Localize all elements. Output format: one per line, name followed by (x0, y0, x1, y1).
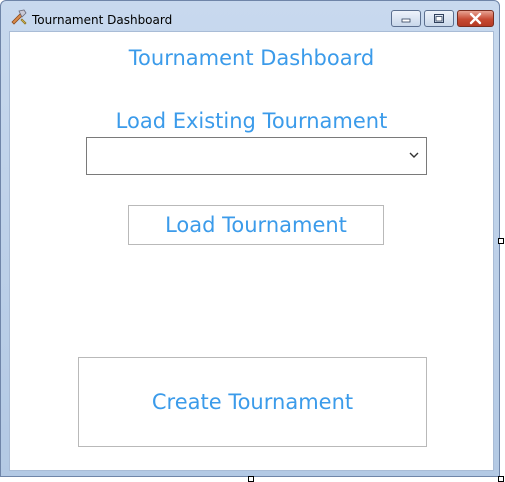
maximize-button[interactable] (424, 10, 454, 27)
resize-handle-bottom[interactable] (248, 476, 254, 482)
maximize-icon (434, 14, 444, 23)
minimize-button[interactable] (391, 10, 421, 27)
page-title: Tournament Dashboard (128, 46, 375, 70)
dashboard-panel: Tournament Dashboard Load Existing Tourn… (9, 31, 494, 471)
app-window: Tournament Dashboard Tournament Dashboar… (0, 0, 500, 477)
tools-icon (11, 9, 27, 25)
close-button[interactable] (457, 10, 494, 27)
load-tournament-button[interactable]: Load Tournament (128, 205, 384, 245)
resize-handle-right[interactable] (498, 238, 504, 244)
close-icon (469, 12, 482, 25)
window-title: Tournament Dashboard (32, 13, 173, 27)
tournament-select[interactable] (86, 137, 427, 175)
title-bar[interactable]: Tournament Dashboard (1, 1, 499, 31)
resize-handle-corner[interactable] (498, 476, 504, 482)
chevron-down-icon (409, 152, 419, 158)
create-tournament-button[interactable]: Create Tournament (78, 357, 427, 447)
minimize-icon (401, 18, 411, 23)
load-section-label: Load Existing Tournament (115, 109, 388, 133)
